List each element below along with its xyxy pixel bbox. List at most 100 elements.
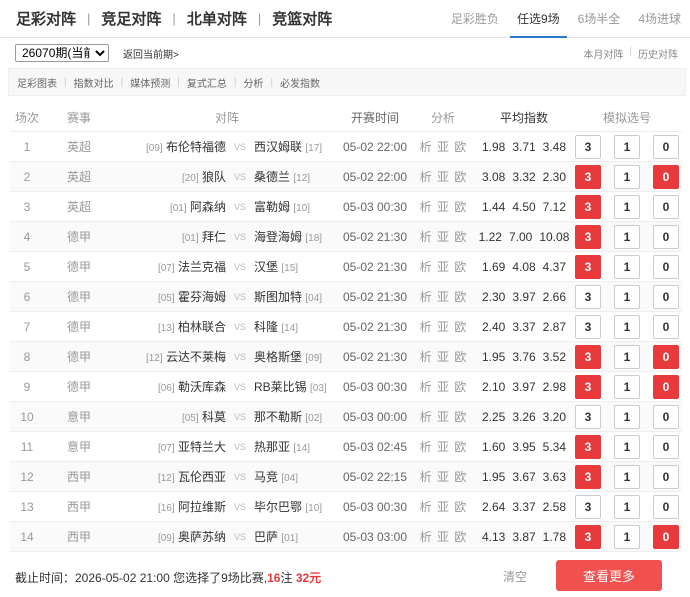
euro-odds-link[interactable]: 欧 xyxy=(454,290,466,304)
pick-draw-button[interactable]: 1 xyxy=(614,494,640,519)
pick-win-button[interactable]: 3 xyxy=(575,494,601,519)
pick-lose-button[interactable]: 0 xyxy=(653,344,679,369)
away-team-name[interactable]: 海登海姆 xyxy=(254,230,302,244)
home-team-name[interactable]: 法兰克福 xyxy=(178,260,226,274)
asian-odds-link[interactable]: 亚 xyxy=(437,380,449,394)
euro-odds-link[interactable]: 欧 xyxy=(454,170,466,184)
view-more-button[interactable]: 查看更多 xyxy=(556,560,662,591)
asian-odds-link[interactable]: 亚 xyxy=(437,320,449,334)
pick-draw-button[interactable]: 1 xyxy=(614,374,640,399)
tool-betfair[interactable]: 必发指数 xyxy=(280,75,320,90)
pick-win-button[interactable]: 3 xyxy=(575,434,601,459)
pick-lose-button[interactable]: 0 xyxy=(653,464,679,489)
pick-draw-button[interactable]: 1 xyxy=(614,434,640,459)
pick-draw-button[interactable]: 1 xyxy=(614,224,640,249)
pick-lose-button[interactable]: 0 xyxy=(653,404,679,429)
home-team-name[interactable]: 阿森纳 xyxy=(190,200,226,214)
pick-win-button[interactable]: 3 xyxy=(575,464,601,489)
analysis-link[interactable]: 析 xyxy=(420,440,432,454)
asian-odds-link[interactable]: 亚 xyxy=(437,530,449,544)
euro-odds-link[interactable]: 欧 xyxy=(454,350,466,364)
pick-win-button[interactable]: 3 xyxy=(575,524,601,549)
pick-draw-button[interactable]: 1 xyxy=(614,314,640,339)
analysis-link[interactable]: 析 xyxy=(420,230,432,244)
away-team-name[interactable]: 马竞 xyxy=(254,470,278,484)
euro-odds-link[interactable]: 欧 xyxy=(454,440,466,454)
pick-draw-button[interactable]: 1 xyxy=(614,344,640,369)
home-team-name[interactable]: 柏林联合 xyxy=(178,320,226,334)
tool-chart[interactable]: 足彩图表 xyxy=(17,75,57,90)
pick-win-button[interactable]: 3 xyxy=(575,374,601,399)
home-team-name[interactable]: 阿拉维斯 xyxy=(178,500,226,514)
tool-analysis[interactable]: 分析 xyxy=(243,75,263,90)
analysis-link[interactable]: 析 xyxy=(420,290,432,304)
analysis-link[interactable]: 析 xyxy=(420,410,432,424)
clear-button[interactable]: 清空 xyxy=(503,568,527,585)
pick-win-button[interactable]: 3 xyxy=(575,254,601,279)
sub-tab-4chang[interactable]: 4场进球 xyxy=(629,0,690,38)
away-team-name[interactable]: RB莱比锡 xyxy=(254,380,307,394)
away-team-name[interactable]: 热那亚 xyxy=(254,440,290,454)
home-team-name[interactable]: 拜仁 xyxy=(202,230,226,244)
euro-odds-link[interactable]: 欧 xyxy=(454,410,466,424)
sub-tab-6chang[interactable]: 6场半全 xyxy=(569,0,630,38)
asian-odds-link[interactable]: 亚 xyxy=(437,500,449,514)
pick-lose-button[interactable]: 0 xyxy=(653,524,679,549)
analysis-link[interactable]: 析 xyxy=(420,170,432,184)
tool-odds-compare[interactable]: 指数对比 xyxy=(74,75,114,90)
home-team-name[interactable]: 云达不莱梅 xyxy=(166,350,226,364)
tool-media[interactable]: 媒体预测 xyxy=(130,75,170,90)
pick-win-button[interactable]: 3 xyxy=(575,224,601,249)
asian-odds-link[interactable]: 亚 xyxy=(437,230,449,244)
pick-win-button[interactable]: 3 xyxy=(575,134,601,159)
pick-lose-button[interactable]: 0 xyxy=(653,134,679,159)
asian-odds-link[interactable]: 亚 xyxy=(437,440,449,454)
asian-odds-link[interactable]: 亚 xyxy=(437,140,449,154)
period-select[interactable]: 26070期(当前期) xyxy=(15,44,109,62)
euro-odds-link[interactable]: 欧 xyxy=(454,530,466,544)
pick-draw-button[interactable]: 1 xyxy=(614,134,640,159)
analysis-link[interactable]: 析 xyxy=(420,200,432,214)
pick-win-button[interactable]: 3 xyxy=(575,164,601,189)
away-team-name[interactable]: 毕尔巴鄂 xyxy=(254,500,302,514)
back-current-link[interactable]: 返回当前期> xyxy=(123,46,179,61)
pick-win-button[interactable]: 3 xyxy=(575,314,601,339)
history-link[interactable]: 历史对阵 xyxy=(638,46,678,61)
asian-odds-link[interactable]: 亚 xyxy=(437,200,449,214)
analysis-link[interactable]: 析 xyxy=(420,530,432,544)
pick-lose-button[interactable]: 0 xyxy=(653,164,679,189)
tool-summary[interactable]: 复式汇总 xyxy=(187,75,227,90)
pick-draw-button[interactable]: 1 xyxy=(614,404,640,429)
main-tab-jinglan[interactable]: 竞篮对阵 xyxy=(272,8,332,29)
pick-draw-button[interactable]: 1 xyxy=(614,524,640,549)
euro-odds-link[interactable]: 欧 xyxy=(454,230,466,244)
asian-odds-link[interactable]: 亚 xyxy=(437,410,449,424)
analysis-link[interactable]: 析 xyxy=(420,350,432,364)
home-team-name[interactable]: 奥萨苏纳 xyxy=(178,530,226,544)
euro-odds-link[interactable]: 欧 xyxy=(454,320,466,334)
euro-odds-link[interactable]: 欧 xyxy=(454,200,466,214)
analysis-link[interactable]: 析 xyxy=(420,470,432,484)
pick-win-button[interactable]: 3 xyxy=(575,284,601,309)
pick-draw-button[interactable]: 1 xyxy=(614,164,640,189)
away-team-name[interactable]: 富勒姆 xyxy=(254,200,290,214)
away-team-name[interactable]: 汉堡 xyxy=(254,260,278,274)
pick-lose-button[interactable]: 0 xyxy=(653,224,679,249)
main-tab-jingzu[interactable]: 竞足对阵 xyxy=(101,8,161,29)
pick-lose-button[interactable]: 0 xyxy=(653,314,679,339)
sub-tab-renxuan9[interactable]: 任选9场 xyxy=(508,0,569,38)
away-team-name[interactable]: 斯图加特 xyxy=(254,290,302,304)
pick-win-button[interactable]: 3 xyxy=(575,344,601,369)
pick-draw-button[interactable]: 1 xyxy=(614,464,640,489)
analysis-link[interactable]: 析 xyxy=(420,500,432,514)
euro-odds-link[interactable]: 欧 xyxy=(454,260,466,274)
away-team-name[interactable]: 那不勒斯 xyxy=(254,410,302,424)
pick-draw-button[interactable]: 1 xyxy=(614,194,640,219)
away-team-name[interactable]: 奥格斯堡 xyxy=(254,350,302,364)
euro-odds-link[interactable]: 欧 xyxy=(454,500,466,514)
analysis-link[interactable]: 析 xyxy=(420,140,432,154)
home-team-name[interactable]: 科莫 xyxy=(202,410,226,424)
pick-draw-button[interactable]: 1 xyxy=(614,254,640,279)
pick-lose-button[interactable]: 0 xyxy=(653,374,679,399)
analysis-link[interactable]: 析 xyxy=(420,260,432,274)
